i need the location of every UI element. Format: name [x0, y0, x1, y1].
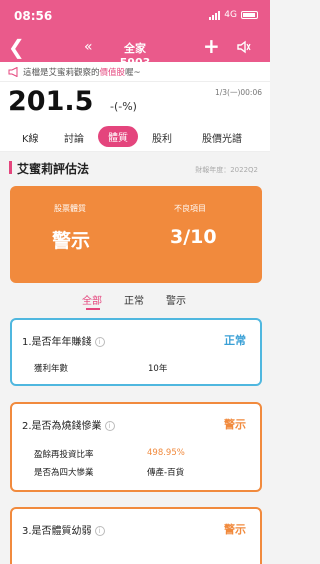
- criteria-row-label: 獲利年數: [34, 364, 69, 374]
- double-chevron-left-icon[interactable]: «: [84, 38, 93, 56]
- criteria-status: 正常: [224, 334, 246, 347]
- bad-items-label: 不良項目: [174, 204, 206, 213]
- criteria-row-label: 盈餘再投資比率: [34, 450, 94, 460]
- criteria-card[interactable]: 3.是否體質幼弱 i 警示: [10, 507, 262, 564]
- info-icon[interactable]: i: [94, 526, 105, 536]
- notice-prefix: 這檔是艾蜜莉觀察的: [23, 67, 100, 78]
- megaphone-icon: [8, 66, 18, 77]
- quote-timestamp: 1/3(一)00:06: [214, 88, 262, 97]
- health-value: 警示: [52, 230, 91, 252]
- criteria-status: 警示: [224, 523, 246, 536]
- criteria-title: 1.是否年年賺錢 i: [22, 333, 105, 348]
- stock-price: 201.5: [8, 86, 94, 117]
- battery-icon: [241, 11, 258, 19]
- status-bar: 08:56 4G: [0, 0, 270, 34]
- add-icon[interactable]: +: [203, 34, 220, 58]
- section-title: 艾蜜莉評估法: [17, 162, 90, 176]
- speaker-icon[interactable]: [236, 39, 252, 55]
- criteria-title-text: 1.是否年年賺錢: [22, 337, 92, 348]
- status-indicators: 4G: [209, 10, 258, 20]
- signal-icon: [209, 10, 221, 20]
- quote-row: 201.5 -(-%) 1/3(一)00:06: [0, 82, 270, 122]
- filter-bar: 全部 正常 警示: [0, 290, 270, 310]
- notice-highlight[interactable]: 價值股: [100, 66, 126, 78]
- criteria-card[interactable]: 2.是否為燒錢慘業 i 警示 盈餘再投資比率 498.95% 是否為四大慘業 傳產…: [10, 402, 262, 492]
- filter-normal[interactable]: 正常: [124, 292, 144, 307]
- section-header: 艾蜜莉評估法 財報年度：2022Q2: [0, 152, 270, 182]
- tab-dividend[interactable]: 股利: [152, 130, 172, 145]
- health-label: 股票體質: [54, 204, 86, 213]
- nav-bar: ❮ « 全家 5903 +: [0, 34, 270, 69]
- info-icon[interactable]: i: [94, 337, 105, 347]
- summary-card: 股票體質 警示 不良項目 3/10: [10, 186, 262, 283]
- criteria-row-label: 是否為四大慘業: [34, 468, 94, 478]
- filter-warning[interactable]: 警示: [166, 292, 186, 307]
- tab-health[interactable]: 體質: [98, 126, 138, 147]
- criteria-card[interactable]: 1.是否年年賺錢 i 正常 獲利年數 10年: [10, 318, 262, 386]
- fiscal-year: 財報年度：2022Q2: [195, 166, 258, 174]
- status-time: 08:56: [14, 9, 53, 23]
- info-icon[interactable]: i: [104, 421, 115, 431]
- filter-all[interactable]: 全部: [82, 292, 102, 307]
- criteria-title-text: 2.是否為燒錢慘業: [22, 421, 102, 432]
- back-icon[interactable]: ❮: [8, 36, 25, 58]
- tab-discussion[interactable]: 討論: [64, 130, 84, 145]
- network-label: 4G: [224, 10, 237, 20]
- criteria-title: 3.是否體質幼弱 i: [22, 522, 105, 537]
- criteria-status: 警示: [224, 418, 246, 431]
- tab-bar: K線 討論 體質 股利 股價光譜: [0, 122, 270, 152]
- tab-price-spectrum[interactable]: 股價光譜: [202, 130, 242, 145]
- criteria-title-text: 3.是否體質幼弱: [22, 526, 92, 537]
- filter-underline: [86, 308, 100, 310]
- price-change: -(-%): [110, 100, 137, 113]
- criteria-title: 2.是否為燒錢慘業 i: [22, 417, 115, 432]
- tab-kline[interactable]: K線: [22, 130, 39, 145]
- section-accent-bar: [9, 161, 12, 174]
- notice-suffix: 喔~: [125, 67, 141, 78]
- criteria-row-value: 10年: [148, 364, 168, 374]
- bad-items-value: 3/10: [170, 226, 217, 248]
- notice-banner: 這檔是艾蜜莉觀察的 價值股 喔~: [0, 62, 270, 82]
- criteria-row-value: 傳產-百貨: [147, 468, 185, 478]
- criteria-row-value: 498.95%: [147, 448, 185, 458]
